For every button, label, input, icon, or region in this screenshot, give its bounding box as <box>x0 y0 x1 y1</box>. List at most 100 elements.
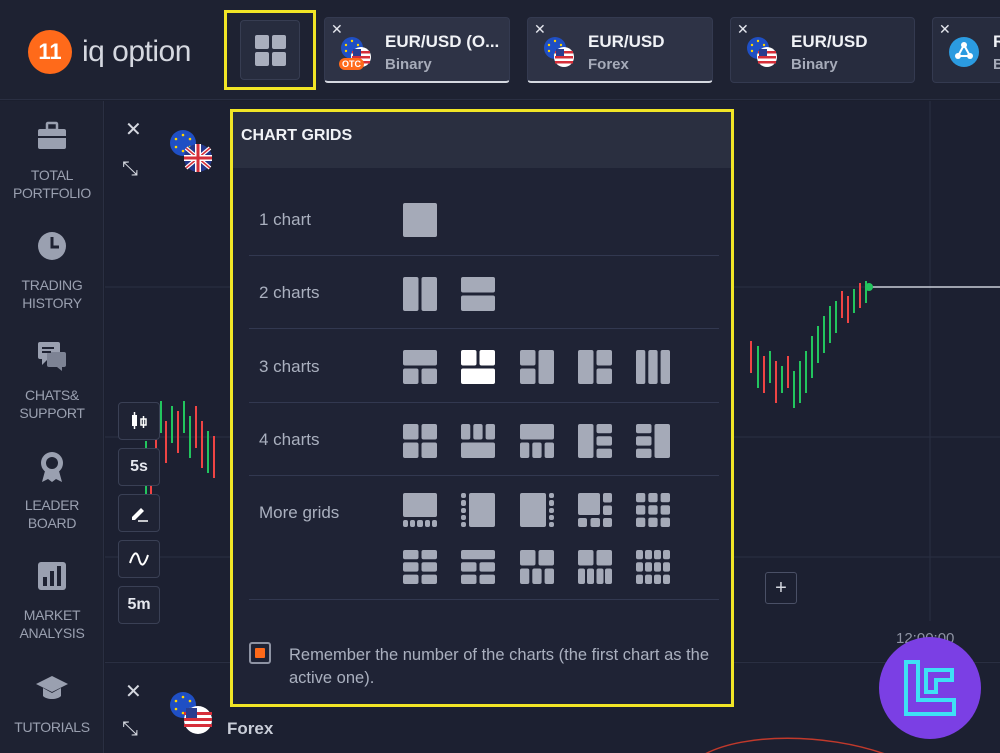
candle <box>853 289 855 313</box>
graduation-cap-icon <box>36 676 68 699</box>
logo-mark: 11 <box>28 30 72 74</box>
grid-2-charts-horizontal-option[interactable] <box>461 277 495 311</box>
candle <box>207 431 209 473</box>
eu-us-flag-icon <box>544 37 574 67</box>
candle <box>823 316 825 353</box>
close-chart-icon[interactable]: ✕ <box>125 117 142 142</box>
grid-4-charts-option-5[interactable] <box>636 424 670 458</box>
candle <box>189 416 191 458</box>
zoom-in-button[interactable]: + <box>765 572 797 604</box>
sidebar-item-total-portfolio[interactable]: TOTAL PORTFOLIO <box>0 119 104 202</box>
grid-button-highlight <box>224 10 316 90</box>
current-price-dot <box>865 283 873 291</box>
row-label-3-charts: 3 charts <box>259 357 320 376</box>
sidebar-item-label: TOTAL PORTFOLIO <box>13 167 91 201</box>
grid-4-charts-option-4[interactable] <box>578 424 612 458</box>
indicators-button[interactable] <box>118 540 160 578</box>
candle <box>847 296 849 323</box>
timeframe-button[interactable]: 5s <box>118 448 160 486</box>
candle <box>859 283 861 308</box>
more-grids-option-10[interactable] <box>636 550 670 584</box>
row-label-4-charts: 4 charts <box>259 430 320 449</box>
candle <box>763 356 765 393</box>
sidebar-item-label: MARKET ANALYSIS <box>19 607 85 641</box>
row-label-1-chart: 1 chart <box>259 210 311 229</box>
tab-ripple[interactable]: ✕ R B <box>932 17 1000 83</box>
candle <box>213 436 215 478</box>
watermark-logo <box>879 637 981 739</box>
remember-label: Remember the number of the charts (the f… <box>289 646 710 687</box>
more-grids-option-5[interactable] <box>636 493 670 527</box>
candle <box>829 306 831 343</box>
grid-2-charts-vertical-option[interactable] <box>403 277 437 311</box>
sidebar-item-label: TRADING HISTORY <box>21 277 83 311</box>
expand-icon[interactable]: ⤡ <box>122 718 138 741</box>
grid-4-charts-option-2[interactable] <box>461 424 495 458</box>
more-grids-option-9[interactable] <box>578 550 612 584</box>
sidebar-item-chats-support[interactable]: CHATS& SUPPORT <box>0 339 104 422</box>
tab-subtitle: Binary <box>791 56 838 73</box>
tab-eurusd-otc[interactable]: ✕ OTC EUR/USD (O... Binary <box>324 17 510 83</box>
grid-3-charts-option-3[interactable] <box>520 350 554 384</box>
tab-title: R <box>993 32 1000 51</box>
more-grids-option-2[interactable] <box>461 493 495 527</box>
candle <box>799 361 801 403</box>
medal-icon <box>41 452 63 482</box>
tab-eurusd-forex[interactable]: ✕ EUR/USD Forex <box>527 17 713 83</box>
candle <box>793 371 795 408</box>
candle <box>775 361 777 403</box>
sidebar-item-market-analysis[interactable]: MARKET ANALYSIS <box>0 559 104 642</box>
eu-us-flag-icon <box>170 692 212 734</box>
pencil-icon <box>132 508 148 522</box>
tab-title: EUR/USD (O... <box>385 32 500 51</box>
sidebar-item-tutorials[interactable]: TUTORIALS <box>0 671 104 736</box>
chart-grids-button[interactable] <box>240 20 300 80</box>
candle <box>841 291 843 318</box>
tab-subtitle: Binary <box>385 56 432 73</box>
candle-type-button[interactable] <box>118 402 160 440</box>
grid-3-charts-option-4[interactable] <box>578 350 612 384</box>
sidebar: TOTAL PORTFOLIO TRADING HISTORY CHATS& S… <box>0 101 104 753</box>
checkbox-checked-mark <box>255 648 265 658</box>
grid-icon <box>254 34 269 49</box>
brand-logo[interactable]: 11 iq option <box>28 30 191 74</box>
wave-icon <box>129 552 149 566</box>
grid-1-chart-option[interactable] <box>403 203 437 237</box>
tab-eurusd-binary[interactable]: ✕ EUR/USD Binary <box>730 17 915 83</box>
grid-3-charts-option-5[interactable] <box>636 350 670 384</box>
drawing-tool-button[interactable] <box>118 494 160 532</box>
grid-3-charts-option-1[interactable] <box>403 350 437 384</box>
grid-4-charts-option-3[interactable] <box>520 424 554 458</box>
more-grids-option-7[interactable] <box>461 550 495 584</box>
grid-4-charts-option-1[interactable] <box>403 424 437 458</box>
remember-checkbox[interactable] <box>249 642 271 664</box>
sidebar-item-label: TUTORIALS <box>14 719 90 735</box>
panel-header: CHART GRIDS <box>233 112 731 168</box>
more-grids-option-3[interactable] <box>520 493 554 527</box>
candle <box>781 366 783 393</box>
close-chart-icon[interactable]: ✕ <box>125 679 142 704</box>
candle <box>160 401 162 433</box>
briefcase-icon <box>38 121 66 149</box>
expand-icon[interactable]: ⤡ <box>122 158 138 181</box>
sidebar-item-label: LEADER BOARD <box>24 497 80 531</box>
period-button[interactable]: 5m <box>118 586 160 624</box>
second-chart-label: Forex <box>227 719 274 738</box>
ripple-coin-icon <box>949 37 979 67</box>
sidebar-item-leader-board[interactable]: LEADER BOARD <box>0 449 104 532</box>
row-label-2-charts: 2 charts <box>259 283 320 302</box>
tab-subtitle: Forex <box>588 56 629 73</box>
more-grids-option-6[interactable] <box>403 550 437 584</box>
candle <box>177 411 179 453</box>
more-grids-option-8[interactable] <box>520 550 554 584</box>
sidebar-item-label: CHATS& SUPPORT <box>19 387 85 421</box>
candle <box>165 421 167 463</box>
more-grids-option-1[interactable] <box>403 493 437 527</box>
candle <box>769 351 771 383</box>
grid-3-charts-option-2[interactable] <box>461 350 495 384</box>
candle <box>201 421 203 468</box>
more-grids-option-4[interactable] <box>578 493 612 527</box>
sidebar-item-trading-history[interactable]: TRADING HISTORY <box>0 229 104 312</box>
candle <box>817 326 819 363</box>
candle <box>757 346 759 388</box>
